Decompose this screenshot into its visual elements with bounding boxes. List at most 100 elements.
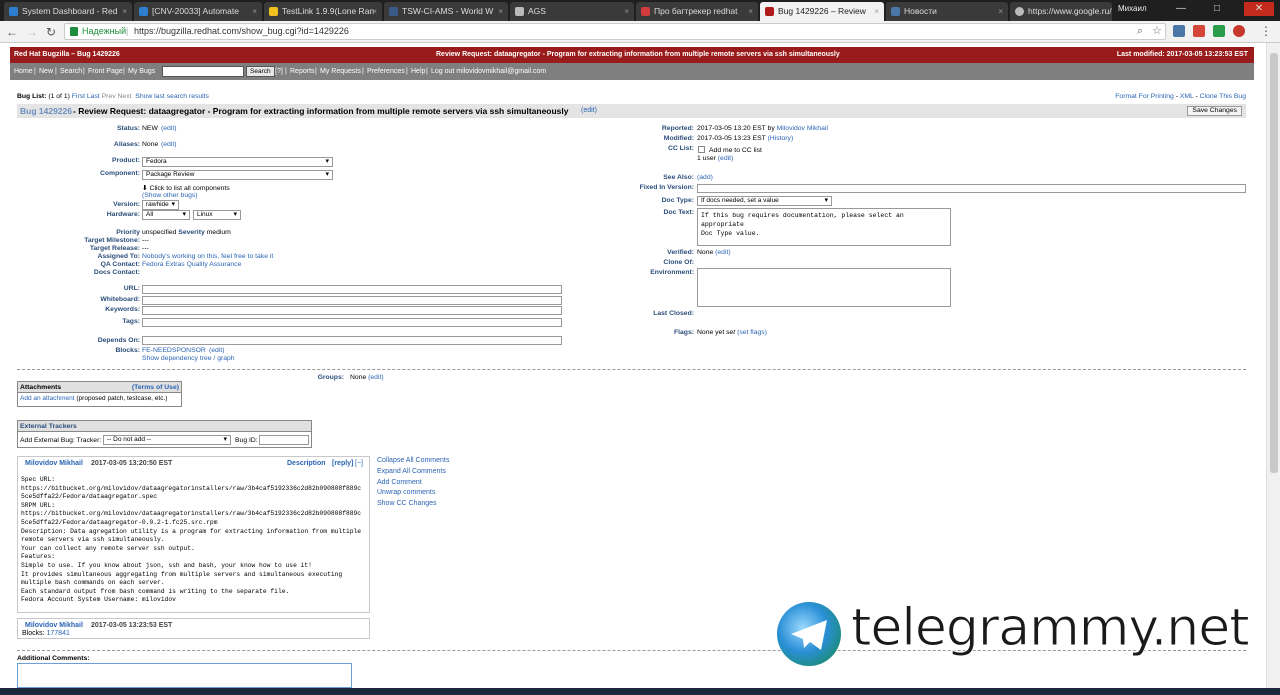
close-window-icon[interactable]: ✕ xyxy=(1244,2,1274,16)
browser-tab-active[interactable]: Bug 1429226 – Review × xyxy=(760,2,884,21)
bug-id-link[interactable]: Bug 1429226 xyxy=(20,104,72,118)
scrollbar-thumb[interactable] xyxy=(1270,53,1278,473)
nav-reports[interactable]: Reports xyxy=(290,63,315,80)
browser-tab[interactable]: System Dashboard - Red × xyxy=(4,2,132,21)
comment-author[interactable]: Milovidov Mikhail xyxy=(25,460,83,467)
nav-home[interactable]: Home xyxy=(14,63,33,80)
back-icon[interactable]: ← xyxy=(6,25,18,39)
browser-tab[interactable]: Новости × xyxy=(886,2,1008,21)
show-other-bugs-link[interactable]: (Show other bugs) xyxy=(142,192,198,199)
tab-close-icon[interactable]: × xyxy=(498,2,503,21)
menu-icon[interactable]: ⋮ xyxy=(1260,24,1272,38)
maximize-icon[interactable]: □ xyxy=(1206,2,1228,16)
status-edit-link[interactable]: (edit) xyxy=(161,125,177,132)
tracker-select[interactable]: -- Do not add -- xyxy=(103,435,231,445)
profile-name[interactable]: Михаил xyxy=(1118,4,1147,13)
product-select[interactable]: Fedora xyxy=(142,157,333,167)
gmail-extension-icon[interactable] xyxy=(1193,25,1205,37)
version-select[interactable]: rawhide xyxy=(142,200,179,210)
collapse-all-link[interactable]: Collapse All Comments xyxy=(377,456,449,467)
format-for-printing-link[interactable]: Format For Printing xyxy=(1115,93,1174,100)
browser-tab[interactable]: https://www.google.ru/ xyxy=(1010,2,1112,21)
clone-bug-link[interactable]: Clone This Bug xyxy=(1200,93,1246,100)
tab-close-icon[interactable]: × xyxy=(252,2,257,21)
quicksearch-input[interactable] xyxy=(162,66,244,77)
description-link[interactable]: Description xyxy=(287,460,326,467)
history-link[interactable]: (History) xyxy=(768,135,794,142)
add-attachment-link[interactable]: Add an attachment xyxy=(20,395,75,402)
terms-of-use-link[interactable]: (Terms of Use) xyxy=(132,382,179,393)
tags-input[interactable] xyxy=(142,318,562,327)
expand-all-link[interactable]: Expand All Comments xyxy=(377,467,449,478)
comment-author[interactable]: Milovidov Mikhail xyxy=(25,622,83,629)
url-input[interactable] xyxy=(142,285,562,294)
nav-my-bugs[interactable]: My Bugs xyxy=(128,63,155,80)
xml-link[interactable]: XML xyxy=(1180,93,1194,100)
show-cc-changes-link[interactable]: Show CC Changes xyxy=(377,499,449,510)
keywords-input[interactable] xyxy=(142,306,562,315)
groups-edit-link[interactable]: (edit) xyxy=(368,374,384,381)
collapse-comment-link[interactable]: [−] xyxy=(355,460,363,467)
reload-icon[interactable]: ↻ xyxy=(46,25,56,39)
cc-checkbox[interactable] xyxy=(698,146,705,153)
tab-close-icon[interactable]: × xyxy=(998,2,1003,21)
unwrap-comments-link[interactable]: Unwrap comments xyxy=(377,488,449,499)
page-scrollbar[interactable] xyxy=(1266,43,1280,695)
nav-help-q[interactable]: [?] xyxy=(275,63,283,80)
show-last-search[interactable]: Show last search results xyxy=(135,93,209,100)
tab-close-icon[interactable]: × xyxy=(372,2,377,21)
browser-tab[interactable]: [CNV-20033] Automate × xyxy=(134,2,262,21)
tab-close-icon[interactable]: × xyxy=(122,2,127,21)
reply-link[interactable]: [reply] xyxy=(332,460,353,467)
browser-tab[interactable]: TSW-CI-AMS - World W × xyxy=(384,2,508,21)
comment-blocks-link[interactable]: 177841 xyxy=(47,630,70,637)
nav-front-page[interactable]: Front Page xyxy=(88,63,123,80)
quicksearch-button[interactable]: Search xyxy=(246,66,275,77)
nav-new[interactable]: New xyxy=(39,63,53,80)
nav-logout[interactable]: Log out milovidovmikhail@gmail.com xyxy=(431,63,546,80)
depends-on-input[interactable] xyxy=(142,336,562,345)
qa-contact-value[interactable]: Fedora Extras Quality Assurance xyxy=(142,261,241,268)
browser-tab[interactable]: Про багтрекер redhat × xyxy=(636,2,758,21)
buglist-last[interactable]: Last xyxy=(87,93,100,100)
component-select[interactable]: Package Review xyxy=(142,170,333,180)
assigned-value[interactable]: Nobody's working on this, feel free to t… xyxy=(142,253,273,260)
add-comment-link[interactable]: Add Comment xyxy=(377,478,449,489)
url-text[interactable]: https://bugzilla.redhat.com/show_bug.cgi… xyxy=(134,24,349,39)
reporter-link[interactable]: Milovidov Mikhail xyxy=(777,125,828,132)
nav-preferences[interactable]: Preferences xyxy=(367,63,405,80)
whiteboard-input[interactable] xyxy=(142,296,562,305)
fixed-in-version-input[interactable] xyxy=(697,184,1246,193)
blocks-value[interactable]: FE-NEEDSPONSOR xyxy=(142,347,206,354)
red-extension-icon[interactable] xyxy=(1233,25,1245,37)
see-also-add-link[interactable]: (add) xyxy=(697,174,713,181)
save-changes-button[interactable]: Save Changes xyxy=(1187,106,1242,116)
browser-tab[interactable]: TestLink 1.9.9(Lone Ran × xyxy=(264,2,382,21)
forward-icon[interactable]: → xyxy=(26,25,38,39)
browser-tab[interactable]: AGS × xyxy=(510,2,634,21)
green-extension-icon[interactable] xyxy=(1213,25,1225,37)
list-components-link[interactable]: ⬇ Click to list all components xyxy=(142,184,230,192)
vk-extension-icon[interactable] xyxy=(1173,25,1185,37)
nav-search[interactable]: Search xyxy=(60,63,82,80)
set-flags-link[interactable]: (set flags) xyxy=(737,329,767,336)
dependency-tree-link[interactable]: Show dependency tree / graph xyxy=(142,355,235,362)
verified-edit-link[interactable]: (edit) xyxy=(715,249,731,256)
edit-summary-link[interactable]: (edit) xyxy=(581,104,597,118)
search-icon[interactable]: ⌕ xyxy=(1137,24,1143,39)
additional-comments-textarea[interactable] xyxy=(17,663,352,688)
tab-close-icon[interactable]: × xyxy=(874,2,879,21)
blocks-edit-link[interactable]: (edit) xyxy=(209,347,225,354)
os-select[interactable]: Linux xyxy=(193,210,241,220)
bug-id-input[interactable] xyxy=(259,435,309,445)
nav-my-requests[interactable]: My Requests xyxy=(320,63,361,80)
nav-help[interactable]: Help xyxy=(411,63,425,80)
buglist-first[interactable]: First xyxy=(72,93,85,100)
star-icon[interactable]: ☆ xyxy=(1152,24,1162,39)
address-bar[interactable]: Надежный | https://bugzilla.redhat.com/s… xyxy=(64,23,1166,40)
hardware-select[interactable]: All xyxy=(142,210,190,220)
environment-textarea[interactable] xyxy=(697,268,951,307)
cc-edit-link[interactable]: (edit) xyxy=(718,155,734,162)
tab-close-icon[interactable]: × xyxy=(748,2,753,21)
tab-close-icon[interactable]: × xyxy=(624,2,629,21)
